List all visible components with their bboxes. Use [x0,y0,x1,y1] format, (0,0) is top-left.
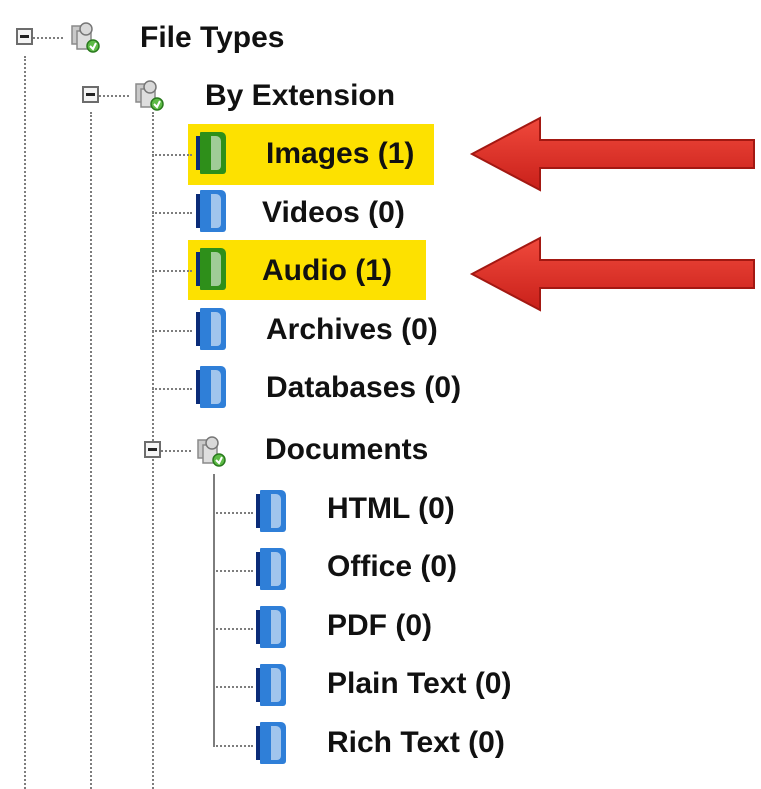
collapse-toggle-file-types[interactable] [16,28,33,45]
file-tree: File Types By Extension Images (1) Video… [0,0,761,789]
collapse-toggle-documents[interactable] [144,441,161,458]
tree-label-html[interactable]: HTML (0) [327,490,455,528]
tree-label-plain-text[interactable]: Plain Text (0) [327,665,511,703]
annotation-arrow-audio [469,236,755,312]
leaf-node-icon [256,490,290,534]
tree-label-audio[interactable]: Audio (1) [262,252,392,290]
tree-connector [213,570,253,572]
tree-connector [213,628,253,630]
leaf-node-icon [196,366,230,410]
tree-connector [152,212,192,214]
tree-connector [213,512,253,514]
tree-guide-line [90,112,92,789]
tree-guide-line [213,474,215,746]
leaf-node-icon [256,664,290,708]
collapse-toggle-by-extension[interactable] [82,86,99,103]
tree-connector [161,450,191,452]
tree-label-office[interactable]: Office (0) [327,548,457,586]
tree-label-by-extension[interactable]: By Extension [205,77,395,115]
leaf-node-icon [256,606,290,650]
tree-connector [213,745,253,747]
leaf-node-icon [196,132,230,176]
tree-label-archives[interactable]: Archives (0) [266,311,438,349]
tree-label-documents[interactable]: Documents [265,431,428,469]
tree-connector [33,37,63,39]
tree-guide-line [24,56,26,789]
category-folder-icon [135,80,164,111]
category-folder-icon [197,436,226,467]
tree-connector [152,330,192,332]
tree-connector [213,686,253,688]
tree-label-databases[interactable]: Databases (0) [266,369,461,407]
tree-label-pdf[interactable]: PDF (0) [327,607,432,645]
file-types-folder-icon [71,22,100,53]
leaf-node-icon [196,308,230,352]
leaf-node-icon [256,722,290,766]
leaf-node-icon [196,248,230,292]
tree-connector [152,154,192,156]
tree-label-rich-text[interactable]: Rich Text (0) [327,724,505,762]
tree-connector [99,95,129,97]
tree-connector [152,388,192,390]
annotation-arrow-images [469,116,755,192]
tree-label-images[interactable]: Images (1) [266,135,414,173]
leaf-node-icon [196,190,230,234]
tree-label-file-types[interactable]: File Types [140,19,285,57]
leaf-node-icon [256,548,290,592]
tree-connector [152,270,192,272]
tree-label-videos[interactable]: Videos (0) [262,194,405,232]
